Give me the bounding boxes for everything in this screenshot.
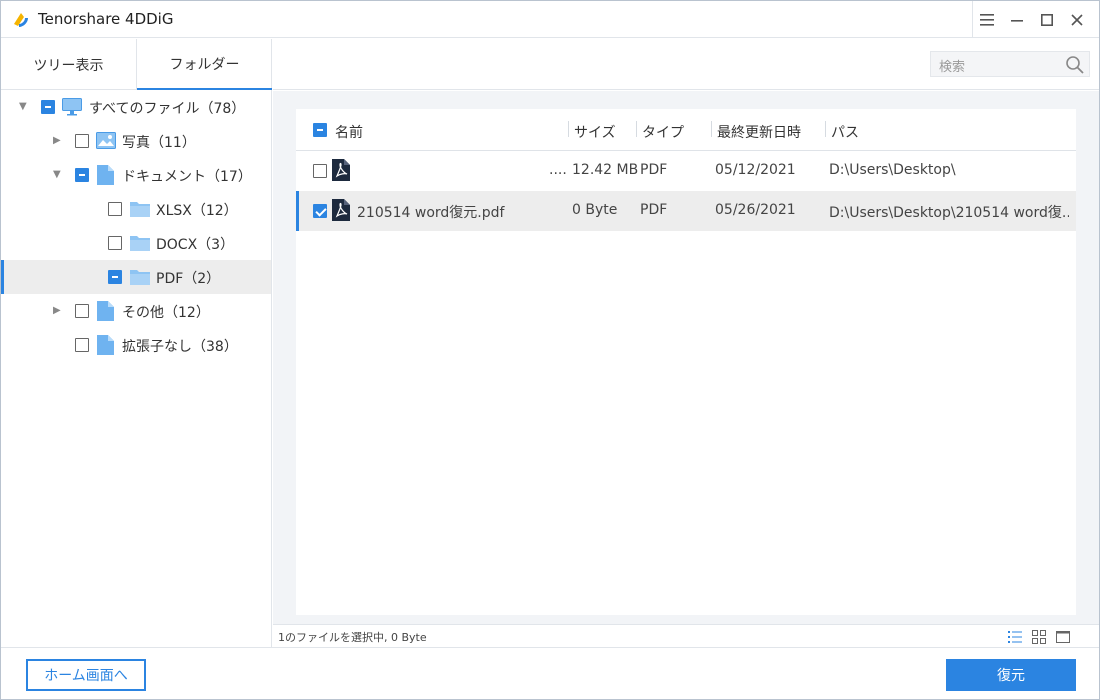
document-icon xyxy=(97,301,114,321)
collapse-arrow-icon[interactable]: ▶ xyxy=(53,136,63,146)
menu-icon[interactable] xyxy=(976,9,998,31)
folder-icon xyxy=(130,202,150,217)
bottom-bar: ホーム画面へ 復元 xyxy=(1,647,1099,699)
tree-item-xlsx[interactable]: XLSX（12） xyxy=(1,192,271,226)
title-bar: Tenorshare 4DDiG xyxy=(1,1,1099,38)
header-size[interactable]: サイズ xyxy=(574,122,616,142)
file-name: 210514 word復元.pdf xyxy=(357,205,505,221)
maximize-icon[interactable] xyxy=(1036,9,1058,31)
search-box[interactable]: 検索 xyxy=(930,51,1090,77)
file-path: D:\Users\Desktop\ xyxy=(829,162,956,178)
file-table: 名前 サイズ タイプ 最終更新日時 パス .... 12.42 MB PDF 0… xyxy=(296,109,1076,615)
tree-checkbox[interactable] xyxy=(75,168,89,182)
title-divider xyxy=(972,1,973,38)
collapse-arrow-icon[interactable]: ▶ xyxy=(53,306,63,316)
tree-checkbox[interactable] xyxy=(75,304,89,318)
tree-item-all-files[interactable]: ▼ すべてのファイル（78） xyxy=(1,90,271,124)
tree-item-label: 写真（11） xyxy=(122,135,196,151)
image-icon xyxy=(96,132,116,149)
tree-item-docx[interactable]: DOCX（3） xyxy=(1,226,271,260)
tab-folder[interactable]: フォルダー xyxy=(137,39,272,90)
app-title: Tenorshare 4DDiG xyxy=(38,10,174,28)
tree-checkbox[interactable] xyxy=(108,270,122,284)
tree-item-label: すべてのファイル（78） xyxy=(89,101,246,117)
tree-item-label: XLSX（12） xyxy=(156,203,238,219)
header-type[interactable]: タイプ xyxy=(642,122,684,142)
file-path: D:\Users\Desktop\210514 word復... xyxy=(829,205,1069,221)
row-checkbox[interactable] xyxy=(313,164,327,178)
tree-checkbox[interactable] xyxy=(108,236,122,250)
list-view-icon[interactable] xyxy=(1008,630,1022,644)
table-row[interactable]: 210514 word復元.pdf 0 Byte PDF 05/26/2021 … xyxy=(296,191,1076,231)
column-divider[interactable] xyxy=(711,121,712,137)
expand-arrow-icon[interactable]: ▼ xyxy=(19,102,29,112)
grid-view-icon[interactable] xyxy=(1032,630,1046,644)
search-icon[interactable] xyxy=(1065,55,1085,75)
pdf-file-icon xyxy=(332,199,350,221)
app-logo-icon xyxy=(14,13,28,27)
home-button[interactable]: ホーム画面へ xyxy=(26,659,146,691)
row-checkbox[interactable] xyxy=(313,204,327,218)
status-bar: 1のファイルを選択中, 0 Byte xyxy=(273,624,1099,647)
document-icon xyxy=(97,165,114,185)
tree-checkbox[interactable] xyxy=(75,134,89,148)
tree-checkbox[interactable] xyxy=(108,202,122,216)
minimize-icon[interactable] xyxy=(1006,9,1028,31)
tree-item-label: 拡張子なし（38） xyxy=(122,339,238,355)
close-icon[interactable] xyxy=(1066,9,1088,31)
select-all-checkbox[interactable] xyxy=(313,123,327,137)
tree-checkbox[interactable] xyxy=(75,338,89,352)
pdf-file-icon xyxy=(332,159,350,181)
header-path[interactable]: パス xyxy=(831,122,859,142)
computer-icon xyxy=(62,98,82,116)
search-input[interactable]: 検索 xyxy=(939,56,965,75)
tab-tree-view[interactable]: ツリー表示 xyxy=(1,39,136,90)
file-modified: 05/12/2021 xyxy=(715,162,796,178)
tree-item-label: ドキュメント（17） xyxy=(122,169,252,185)
file-size: 12.42 MB xyxy=(572,162,639,178)
tree-item-pdf[interactable]: PDF（2） xyxy=(1,260,271,294)
column-divider[interactable] xyxy=(636,121,637,137)
view-tabs: ツリー表示 フォルダー xyxy=(1,39,272,90)
table-header: 名前 サイズ タイプ 最終更新日時 パス xyxy=(296,109,1076,151)
file-modified: 05/26/2021 xyxy=(715,202,796,218)
tree-checkbox[interactable] xyxy=(41,100,55,114)
folder-icon xyxy=(130,236,150,251)
expand-arrow-icon[interactable]: ▼ xyxy=(53,170,63,180)
tree-item-label: PDF（2） xyxy=(156,271,221,287)
file-name: .... xyxy=(549,162,567,178)
tree-item-label: DOCX（3） xyxy=(156,237,235,253)
table-row[interactable]: .... 12.42 MB PDF 05/12/2021 D:\Users\De… xyxy=(296,151,1076,191)
tree-item-documents[interactable]: ▼ ドキュメント（17） xyxy=(1,158,271,192)
column-divider[interactable] xyxy=(568,121,569,137)
document-icon xyxy=(97,335,114,355)
file-type: PDF xyxy=(640,202,668,218)
header-modified[interactable]: 最終更新日時 xyxy=(717,122,801,142)
folder-icon xyxy=(130,270,150,285)
tree-item-photos[interactable]: ▶ 写真（11） xyxy=(1,124,271,158)
file-list-area: 名前 サイズ タイプ 最終更新日時 パス .... 12.42 MB PDF 0… xyxy=(273,91,1099,624)
tree-item-others[interactable]: ▶ その他（12） xyxy=(1,294,271,328)
header-name[interactable]: 名前 xyxy=(335,122,363,142)
column-divider[interactable] xyxy=(825,121,826,137)
file-size: 0 Byte xyxy=(572,202,618,218)
selection-status: 1のファイルを選択中, 0 Byte xyxy=(278,631,427,644)
left-pane: ツリー表示 フォルダー ▼ すべてのファイル（78） ▶ 写真（11） ▼ ドキ… xyxy=(1,39,272,647)
restore-button[interactable]: 復元 xyxy=(946,659,1076,691)
preview-view-icon[interactable] xyxy=(1056,630,1070,644)
app-window: Tenorshare 4DDiG ツリー表示 フォルダー ▼ すべてのファイル（… xyxy=(0,0,1100,700)
tree-item-label: その他（12） xyxy=(122,305,210,321)
tree-item-no-extension[interactable]: 拡張子なし（38） xyxy=(1,328,271,362)
right-toolbar: 検索 xyxy=(273,39,1099,90)
file-type: PDF xyxy=(640,162,668,178)
